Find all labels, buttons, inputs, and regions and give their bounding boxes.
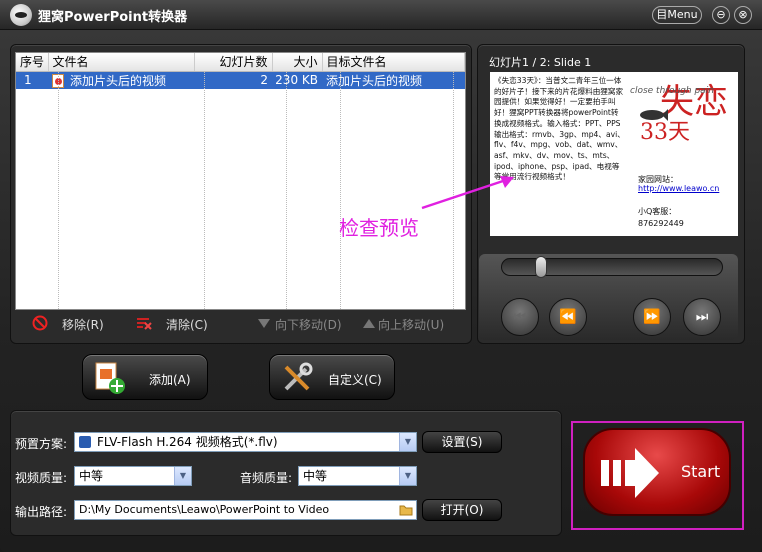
output-path-input[interactable]: D:\My Documents\Leawo\PowerPoint to Vide…: [74, 500, 417, 520]
row-size: 230 KB: [272, 71, 322, 89]
customize-button[interactable]: 自定义(C): [269, 354, 395, 400]
chevron-down-icon[interactable]: ▼: [174, 467, 191, 485]
close-button[interactable]: ⊗: [734, 6, 752, 24]
flash-format-icon: [79, 436, 91, 448]
table-header: 序号 文件名 幻灯片数 大小 目标文件名: [16, 53, 465, 72]
app-logo-icon: [10, 4, 32, 26]
add-file-icon: [95, 362, 125, 394]
column-header-size[interactable]: 大小: [272, 53, 323, 72]
slide-qq-label: 小Q客服：: [638, 207, 677, 216]
skip-end-button[interactable]: ⏭: [683, 298, 721, 336]
column-header-target[interactable]: 目标文件名: [322, 53, 465, 72]
video-quality-label: 视频质量:: [15, 471, 68, 485]
row-filename-cell: 添加片头后的视频: [48, 71, 194, 89]
start-arrow-icon: [601, 448, 659, 498]
slide-text: 《失恋33天》：当普文二青年三位一体的好片子！接下来的片花爆料由狸窝家园提供！如…: [494, 76, 625, 182]
window-title: 狸窝PowerPoint转换器: [38, 10, 188, 25]
column-header-filename[interactable]: 文件名: [48, 53, 195, 72]
folder-icon[interactable]: [399, 504, 413, 516]
add-button[interactable]: 添加(A): [82, 354, 208, 400]
player-controls: ⏮ ⏪ ⏩ ⏭: [479, 254, 738, 340]
customize-button-label: 自定义(C): [328, 373, 382, 387]
slide-qq: 876292449: [638, 219, 684, 228]
move-up-icon[interactable]: [362, 317, 376, 329]
row-slides: 2: [194, 71, 272, 89]
column-header-index[interactable]: 序号: [16, 53, 49, 72]
annotation-arrow: [421, 176, 514, 210]
row-index: 1: [16, 71, 48, 89]
clear-button[interactable]: 清除(C): [166, 316, 208, 333]
audio-quality-select[interactable]: 中等 ▼: [298, 466, 417, 486]
seek-handle[interactable]: [535, 256, 547, 278]
chevron-down-icon[interactable]: ▼: [399, 467, 416, 485]
skip-start-button[interactable]: ⏮: [501, 298, 539, 336]
menu-button[interactable]: 目Menu: [652, 6, 702, 24]
preview-title: 幻灯片1 / 2: Slide 1: [489, 56, 592, 69]
add-button-label: 添加(A): [149, 373, 191, 387]
row-target: 添加片头后的视频: [322, 71, 465, 89]
annotation-text: 检查预览: [339, 216, 419, 240]
column-divider: [340, 71, 341, 309]
file-table[interactable]: 序号 文件名 幻灯片数 大小 目标文件名 1 添加片头后的视频 2 230 KB…: [15, 52, 466, 310]
move-down-icon[interactable]: [257, 317, 271, 329]
column-divider: [286, 71, 287, 309]
preset-select[interactable]: FLV-Flash H.264 视频格式(*.flv) ▼: [74, 432, 417, 452]
slide-fish-image: [640, 109, 668, 121]
clear-icon[interactable]: [136, 316, 152, 330]
title-bar: 狸窝PowerPoint转换器 目Menu ⊖ ⊗: [0, 0, 762, 30]
tools-icon: [284, 362, 313, 391]
slide-script-text: close through pain: [630, 86, 714, 96]
rewind-button[interactable]: ⏪: [549, 298, 587, 336]
preset-label: 预置方案:: [15, 437, 68, 451]
move-down-button[interactable]: 向下移动(D): [275, 316, 342, 333]
app-window: 狸窝PowerPoint转换器 目Menu ⊖ ⊗ 序号 文件名 幻灯片数 大小…: [0, 0, 762, 552]
audio-quality-label: 音频质量:: [240, 471, 293, 485]
minimize-button[interactable]: ⊖: [712, 6, 730, 24]
move-up-button[interactable]: 向上移动(U): [378, 316, 444, 333]
column-divider: [58, 71, 59, 309]
remove-button[interactable]: 移除(R): [62, 316, 104, 333]
output-path-value: D:\My Documents\Leawo\PowerPoint to Vide…: [79, 503, 330, 516]
audio-quality-value: 中等: [303, 469, 328, 483]
fast-forward-button[interactable]: ⏩: [633, 298, 671, 336]
open-button[interactable]: 打开(O): [422, 499, 502, 521]
video-quality-select[interactable]: 中等 ▼: [74, 466, 192, 486]
video-quality-value: 中等: [79, 469, 104, 483]
remove-icon[interactable]: [32, 315, 48, 331]
row-filename: 添加片头后的视频: [70, 73, 167, 88]
start-button-label: Start: [681, 462, 721, 481]
table-row[interactable]: 1 添加片头后的视频 2 230 KB 添加片头后的视频: [16, 71, 465, 89]
chevron-down-icon[interactable]: ▼: [399, 433, 416, 451]
settings-button[interactable]: 设置(S): [422, 431, 502, 453]
column-divider: [204, 71, 205, 309]
slide-site-link: http://www.leawo.cn: [638, 184, 720, 193]
slide-preview: 《失恋33天》：当普文二青年三位一体的好片子！接下来的片花爆料由狸窝家园提供！如…: [490, 72, 738, 236]
column-header-slides[interactable]: 幻灯片数: [194, 53, 273, 72]
output-path-label: 输出路径:: [15, 505, 68, 519]
start-button[interactable]: Start: [583, 428, 731, 516]
preset-value: FLV-Flash H.264 视频格式(*.flv): [97, 435, 278, 449]
